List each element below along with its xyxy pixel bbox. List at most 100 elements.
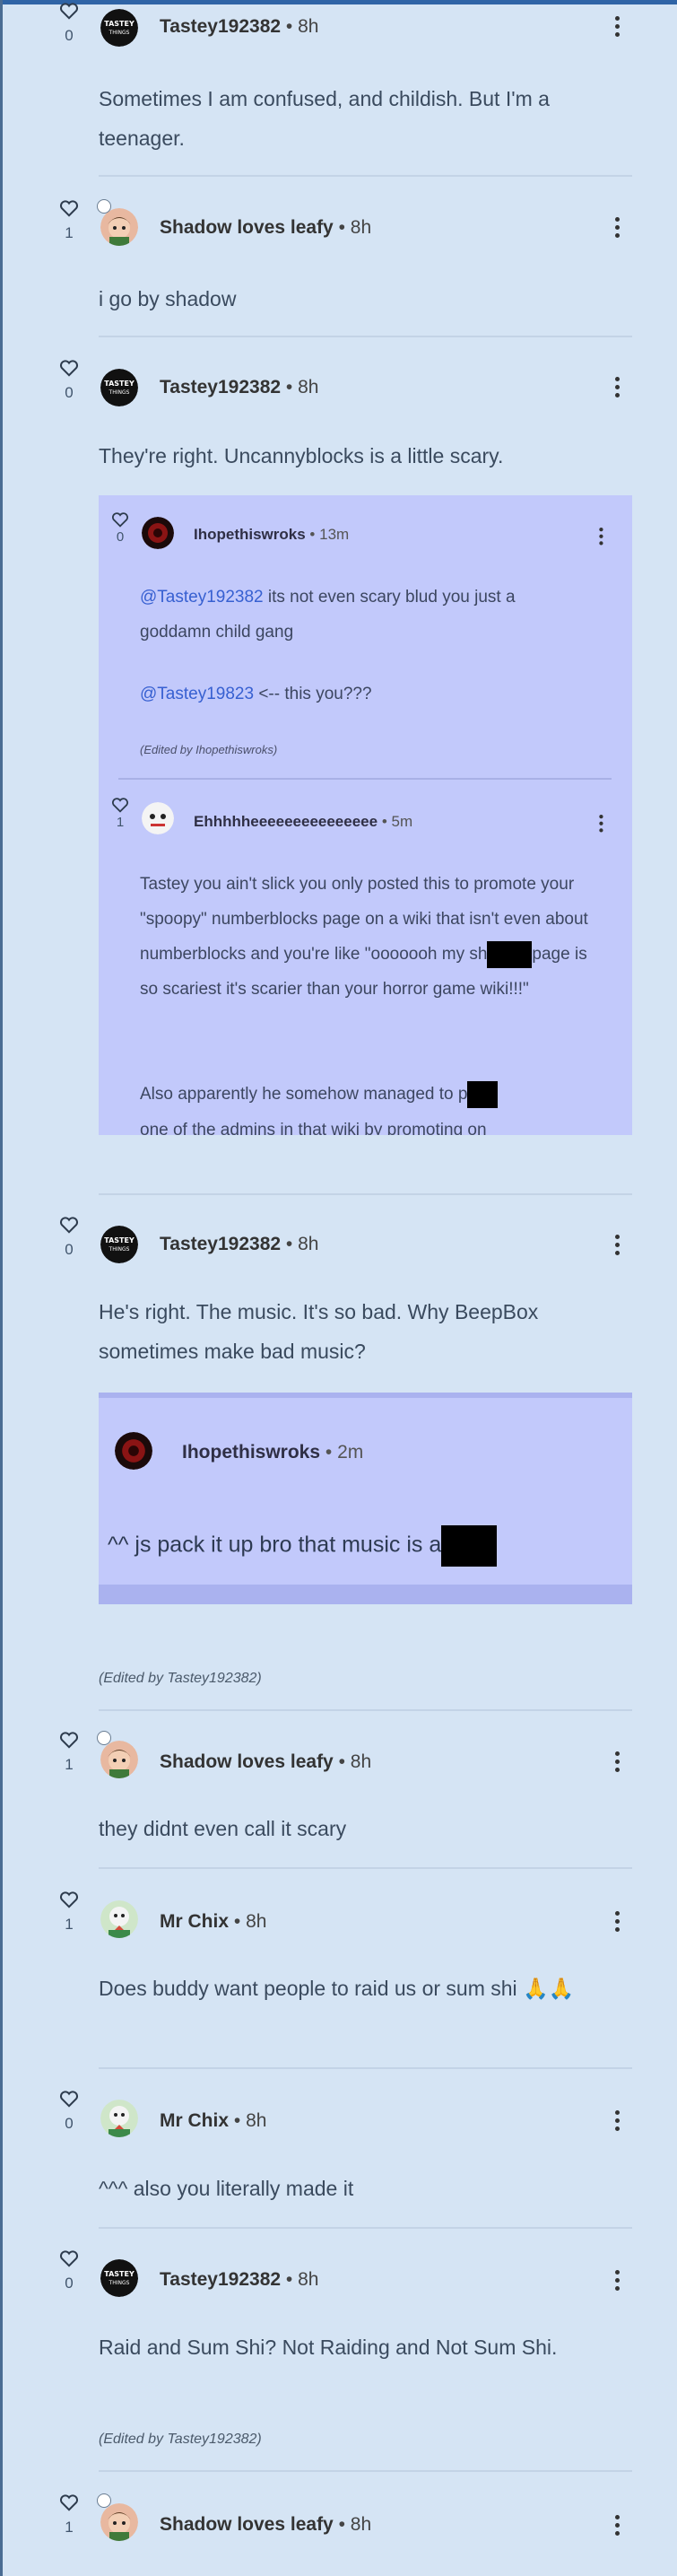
comment-text: ^^^ also you literally made it [99, 2177, 354, 2200]
author-name[interactable]: Shadow loves leafy [160, 1751, 334, 1772]
more-options-icon[interactable] [612, 217, 621, 240]
heart-icon[interactable] [59, 2090, 79, 2108]
divider [99, 336, 632, 337]
author-name[interactable]: Ihopethiswroks [194, 526, 306, 543]
reply-author[interactable]: Ehhhhheeeeeeeeeeeeeee • 5m [194, 813, 412, 831]
timestamp: 8h [298, 377, 319, 397]
svg-text:THINGS: THINGS [108, 2280, 130, 2286]
divider [118, 778, 612, 780]
comment-author[interactable]: Tastey192382 • 8h [160, 16, 318, 38]
avatar[interactable] [142, 802, 174, 834]
avatar[interactable] [100, 1741, 138, 1778]
avatar[interactable]: TASTEY THINGS [100, 369, 138, 406]
comment-author[interactable]: Mr Chix • 8h [160, 2110, 266, 2132]
more-options-icon[interactable] [612, 377, 621, 400]
author-name[interactable]: Ehhhhheeeeeeeeeeeeeee [194, 813, 378, 830]
timestamp: 8h [298, 16, 319, 37]
author-name[interactable]: Tastey192382 [160, 377, 281, 397]
comment-author[interactable]: Shadow loves leafy • 8h [160, 1751, 371, 1773]
author-name[interactable]: Tastey192382 [160, 1234, 281, 1254]
author-name[interactable]: Tastey192382 [160, 16, 281, 37]
timestamp: 5m [391, 813, 413, 830]
avatar[interactable]: TASTEY THINGS [100, 2259, 138, 2297]
svg-text:TASTEY: TASTEY [104, 1236, 135, 1244]
heart-icon[interactable] [59, 1891, 79, 1908]
more-options-icon[interactable] [612, 16, 621, 39]
more-options-icon[interactable] [597, 527, 605, 547]
more-options-icon[interactable] [612, 2515, 621, 2538]
more-options-icon[interactable] [612, 1911, 621, 1934]
svg-text:TASTEY: TASTEY [104, 380, 135, 388]
comment-author[interactable]: Shadow loves leafy • 8h [160, 2514, 371, 2536]
like-control[interactable]: 0 [56, 2249, 82, 2292]
author-name[interactable]: Mr Chix [160, 1911, 229, 1932]
separator-dot: • [285, 2269, 293, 2290]
like-control[interactable]: 0 [56, 1216, 82, 1259]
more-options-icon[interactable] [612, 1751, 621, 1775]
avatar[interactable] [142, 517, 174, 549]
left-border [0, 0, 3, 2576]
author-name[interactable]: Shadow loves leafy [160, 217, 334, 238]
author-name[interactable]: Ihopethiswroks [182, 1442, 320, 1463]
reply-text: Also apparently he somehow managed to p [140, 1077, 588, 1112]
user-mention-link[interactable]: @Tastey192382 [140, 588, 264, 607]
avatar[interactable] [115, 1432, 152, 1470]
timestamp: 8h [350, 217, 372, 238]
heart-icon[interactable] [59, 359, 79, 377]
author-name[interactable]: Mr Chix [160, 2110, 229, 2131]
reply-author[interactable]: Ihopethiswroks • 13m [194, 526, 349, 544]
heart-icon[interactable] [59, 1216, 79, 1234]
like-count: 0 [116, 529, 125, 545]
like-control[interactable]: 0 [56, 2, 82, 45]
avatar[interactable]: TASTEY THINGS [100, 1226, 138, 1263]
quote-top-border [99, 1393, 632, 1398]
heart-icon[interactable] [59, 199, 79, 217]
heart-icon[interactable] [111, 797, 129, 813]
more-options-icon[interactable] [612, 1235, 621, 1258]
avatar[interactable] [100, 208, 138, 246]
like-control[interactable]: 1 [56, 199, 82, 242]
reply-like-control[interactable]: 0 [104, 511, 136, 545]
divider [99, 175, 632, 177]
comment-author[interactable]: Tastey192382 • 8h [160, 1234, 318, 1255]
more-options-icon[interactable] [597, 814, 605, 834]
like-control[interactable]: 0 [56, 359, 82, 402]
like-control[interactable]: 1 [56, 1891, 82, 1934]
more-options-icon[interactable] [612, 2270, 621, 2293]
author-name[interactable]: Shadow loves leafy [160, 2514, 334, 2535]
heart-icon[interactable] [59, 2, 79, 20]
reply-like-control[interactable]: 1 [104, 797, 136, 830]
heart-icon[interactable] [59, 2249, 79, 2267]
comment-author[interactable]: Tastey192382 • 8h [160, 377, 318, 398]
comment-author[interactable]: Tastey192382 • 8h [160, 2269, 318, 2291]
redaction-block [487, 940, 533, 968]
comment-author[interactable]: Mr Chix • 8h [160, 1911, 266, 1933]
more-options-icon[interactable] [612, 2110, 621, 2134]
heart-icon[interactable] [59, 1731, 79, 1749]
timestamp: 8h [350, 2514, 372, 2535]
separator-dot: • [285, 16, 293, 37]
author-name[interactable]: Tastey192382 [160, 2269, 281, 2290]
timestamp: 2m [337, 1442, 364, 1463]
user-mention-link[interactable]: @Tastey19823 [140, 685, 254, 703]
separator-dot: • [285, 377, 293, 397]
like-control[interactable]: 0 [56, 2090, 82, 2133]
avatar[interactable] [100, 2503, 138, 2541]
reply-author[interactable]: Ihopethiswroks • 2m [182, 1442, 363, 1463]
divider [99, 1867, 632, 1869]
timestamp: 8h [246, 2110, 267, 2131]
avatar[interactable] [100, 1900, 138, 1938]
like-control[interactable]: 1 [56, 1731, 82, 1774]
comment-author[interactable]: Shadow loves leafy • 8h [160, 217, 371, 239]
avatar[interactable]: TASTEY THINGS [100, 9, 138, 47]
like-control[interactable]: 1 [56, 2493, 82, 2537]
pencil-icon [97, 1731, 111, 1745]
separator-dot: • [325, 1442, 333, 1463]
heart-icon[interactable] [111, 511, 129, 528]
comment-text: Sometimes I am confused, and childish. B… [99, 87, 550, 150]
comment-text: Raid and Sum Shi? Not Raiding and Not Su… [99, 2336, 558, 2359]
avatar[interactable] [100, 2100, 138, 2137]
timestamp: 8h [246, 1911, 267, 1932]
heart-icon[interactable] [59, 2493, 79, 2511]
separator-dot: • [338, 2514, 345, 2535]
